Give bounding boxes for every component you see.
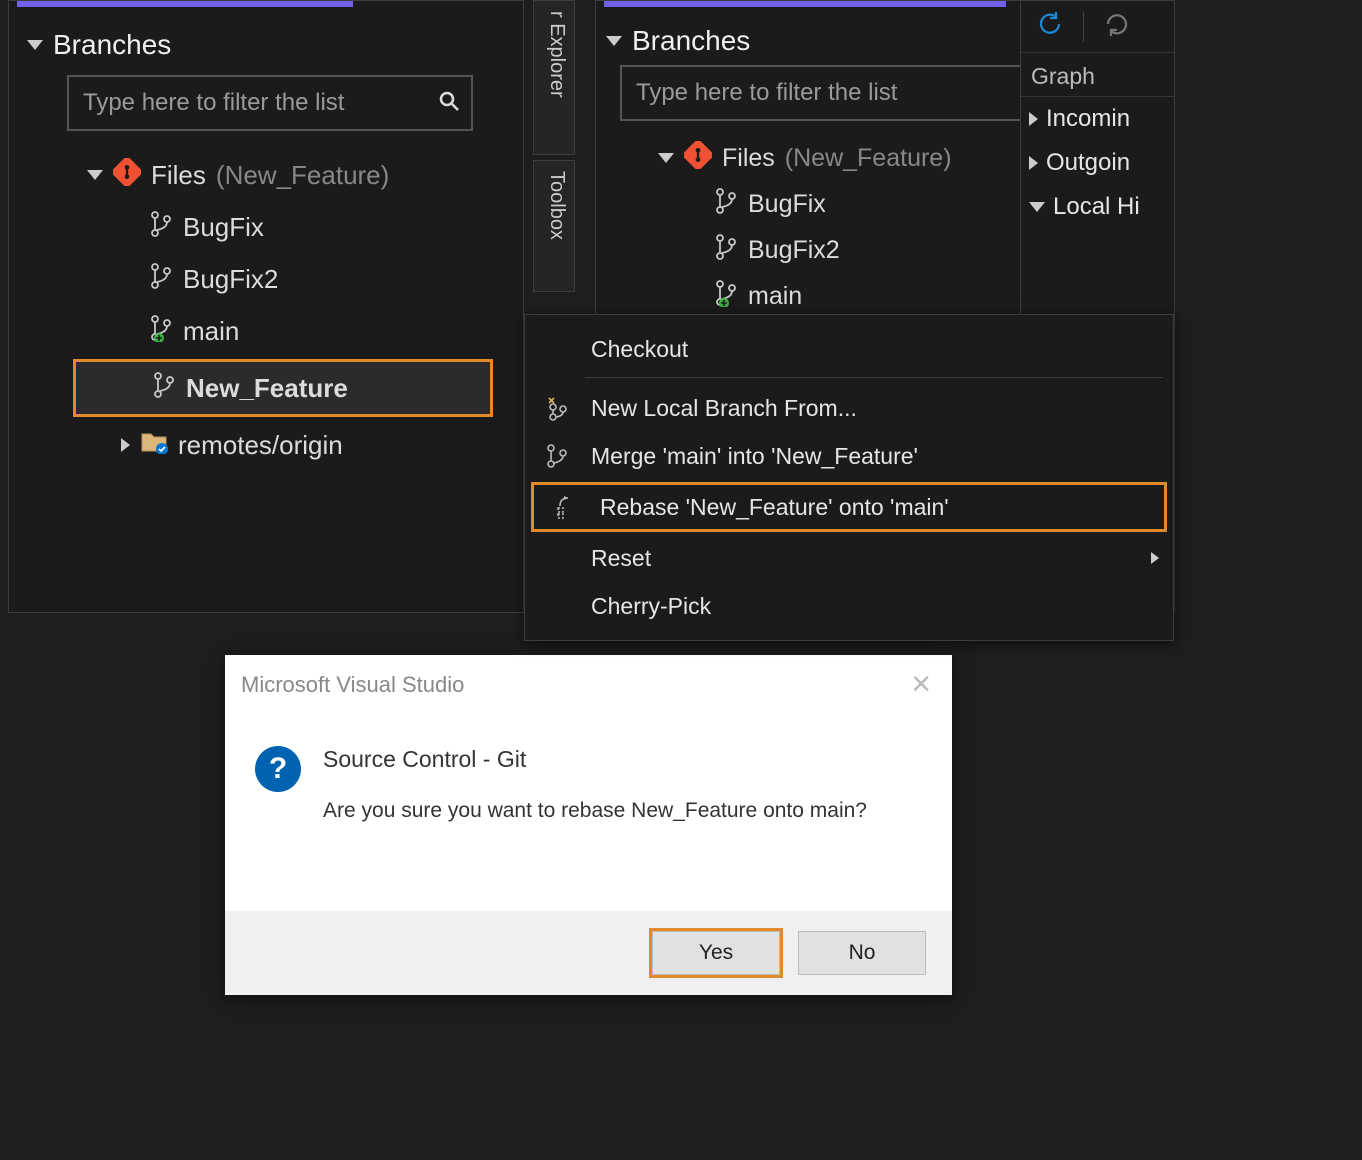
- dialog-message: Are you sure you want to rebase New_Feat…: [323, 799, 867, 823]
- dialog-text: Source Control - Git Are you sure you wa…: [323, 746, 867, 901]
- confirm-rebase-dialog: Microsoft Visual Studio ✕ ? Source Contr…: [225, 655, 952, 995]
- search-icon[interactable]: [437, 89, 461, 118]
- branches-panel-left: Branches Files (New_Feature) BugFix B: [8, 0, 524, 613]
- dialog-titlebar: Microsoft Visual Studio ✕: [225, 655, 952, 706]
- branch-item-new-feature[interactable]: New_Feature: [73, 359, 493, 417]
- branch-icon: [714, 279, 738, 314]
- chevron-down-icon: [1029, 202, 1045, 212]
- menu-checkout[interactable]: Checkout: [525, 325, 1173, 373]
- fetch-icon[interactable]: [1102, 9, 1132, 45]
- chevron-down-icon: [27, 40, 43, 50]
- branch-context-menu: Checkout New Local Branch From... Merge …: [524, 314, 1174, 641]
- tab-label: Toolbox: [546, 171, 568, 240]
- submenu-arrow-icon: [1151, 552, 1159, 564]
- branches-section-header[interactable]: Branches: [9, 7, 523, 69]
- menu-label: Reset: [591, 545, 651, 572]
- graph-column-header: Graph: [1021, 53, 1174, 97]
- question-icon: ?: [255, 746, 301, 792]
- branch-icon: [149, 314, 173, 349]
- menu-label: Merge 'main' into 'New_Feature': [591, 443, 918, 470]
- dialog-body: ? Source Control - Git Are you sure you …: [225, 706, 952, 911]
- graph-header-label: Graph: [1031, 63, 1095, 89]
- dialog-heading: Source Control - Git: [323, 746, 867, 773]
- branch-icon: [149, 210, 173, 245]
- branch-filter-box[interactable]: [620, 65, 1057, 121]
- section-title: Branches: [632, 25, 750, 57]
- menu-separator: [585, 377, 1163, 378]
- folder-icon: [140, 430, 168, 461]
- menu-merge[interactable]: Merge 'main' into 'New_Feature': [525, 432, 1173, 480]
- tab-label: r Explorer: [546, 11, 568, 98]
- divider: [1083, 12, 1084, 42]
- chevron-right-icon: [121, 438, 130, 452]
- graph-local-history-row[interactable]: Local Hi: [1021, 185, 1174, 229]
- branch-icon: [714, 233, 738, 268]
- menu-reset[interactable]: Reset: [525, 534, 1173, 582]
- merge-icon: [539, 443, 573, 469]
- remotes-node[interactable]: remotes/origin: [9, 419, 523, 471]
- remotes-label: remotes/origin: [178, 430, 343, 461]
- chevron-down-icon: [606, 36, 622, 46]
- tab-solution-explorer[interactable]: r Explorer: [533, 0, 575, 155]
- branch-item-bugfix[interactable]: BugFix: [9, 201, 523, 253]
- git-repo-icon: [684, 141, 712, 176]
- branch-label: New_Feature: [186, 373, 348, 404]
- graph-row-label: Local Hi: [1053, 193, 1140, 221]
- branch-label: BugFix: [748, 190, 826, 219]
- menu-label: Checkout: [591, 336, 688, 363]
- graph-row-label: Outgoin: [1046, 149, 1130, 177]
- branch-icon: [714, 187, 738, 222]
- chevron-right-icon: [1029, 156, 1038, 170]
- dialog-button-row: Yes No: [225, 911, 952, 995]
- branch-filter-box[interactable]: [67, 75, 473, 131]
- git-repo-icon: [113, 158, 141, 193]
- current-branch-suffix: (New_Feature): [785, 144, 952, 173]
- branch-label: main: [748, 282, 802, 311]
- new-branch-icon: [539, 395, 573, 421]
- branch-tree: Files (New_Feature) BugFix BugFix2 main: [9, 145, 523, 471]
- branch-filter-input[interactable]: [83, 89, 437, 117]
- no-button[interactable]: No: [798, 931, 926, 975]
- current-branch-suffix: (New_Feature): [216, 160, 389, 191]
- refresh-icon[interactable]: [1035, 9, 1065, 45]
- branch-label: BugFix: [183, 212, 264, 243]
- chevron-down-icon: [658, 153, 674, 163]
- yes-button[interactable]: Yes: [652, 931, 780, 975]
- branch-icon: [152, 371, 176, 406]
- repo-label: Files: [722, 144, 775, 173]
- menu-cherry-pick[interactable]: Cherry-Pick: [525, 582, 1173, 630]
- menu-rebase[interactable]: Rebase 'New_Feature' onto 'main': [531, 482, 1167, 532]
- branch-filter-input[interactable]: [636, 79, 1021, 107]
- section-title: Branches: [53, 29, 171, 61]
- menu-new-branch[interactable]: New Local Branch From...: [525, 384, 1173, 432]
- dialog-title-text: Microsoft Visual Studio: [241, 672, 464, 698]
- branch-label: BugFix2: [748, 236, 840, 265]
- menu-label: Cherry-Pick: [591, 593, 711, 620]
- graph-row-label: Incomin: [1046, 105, 1130, 133]
- tab-toolbox[interactable]: Toolbox: [533, 160, 575, 292]
- graph-incoming-row[interactable]: Incomin: [1021, 97, 1174, 141]
- chevron-down-icon: [87, 170, 103, 180]
- rebase-icon: [548, 494, 582, 520]
- repo-node[interactable]: Files (New_Feature): [9, 149, 523, 201]
- branch-item-bugfix2[interactable]: BugFix2: [9, 253, 523, 305]
- branch-label: BugFix2: [183, 264, 278, 295]
- chevron-right-icon: [1029, 112, 1038, 126]
- graph-outgoing-row[interactable]: Outgoin: [1021, 141, 1174, 185]
- graph-toolbar: [1021, 1, 1174, 53]
- branch-icon: [149, 262, 173, 297]
- menu-label: New Local Branch From...: [591, 395, 857, 422]
- repo-label: Files: [151, 160, 206, 191]
- menu-label: Rebase 'New_Feature' onto 'main': [600, 494, 949, 521]
- close-icon[interactable]: ✕: [910, 669, 932, 700]
- branch-label: main: [183, 316, 239, 347]
- branch-item-main[interactable]: main: [9, 305, 523, 357]
